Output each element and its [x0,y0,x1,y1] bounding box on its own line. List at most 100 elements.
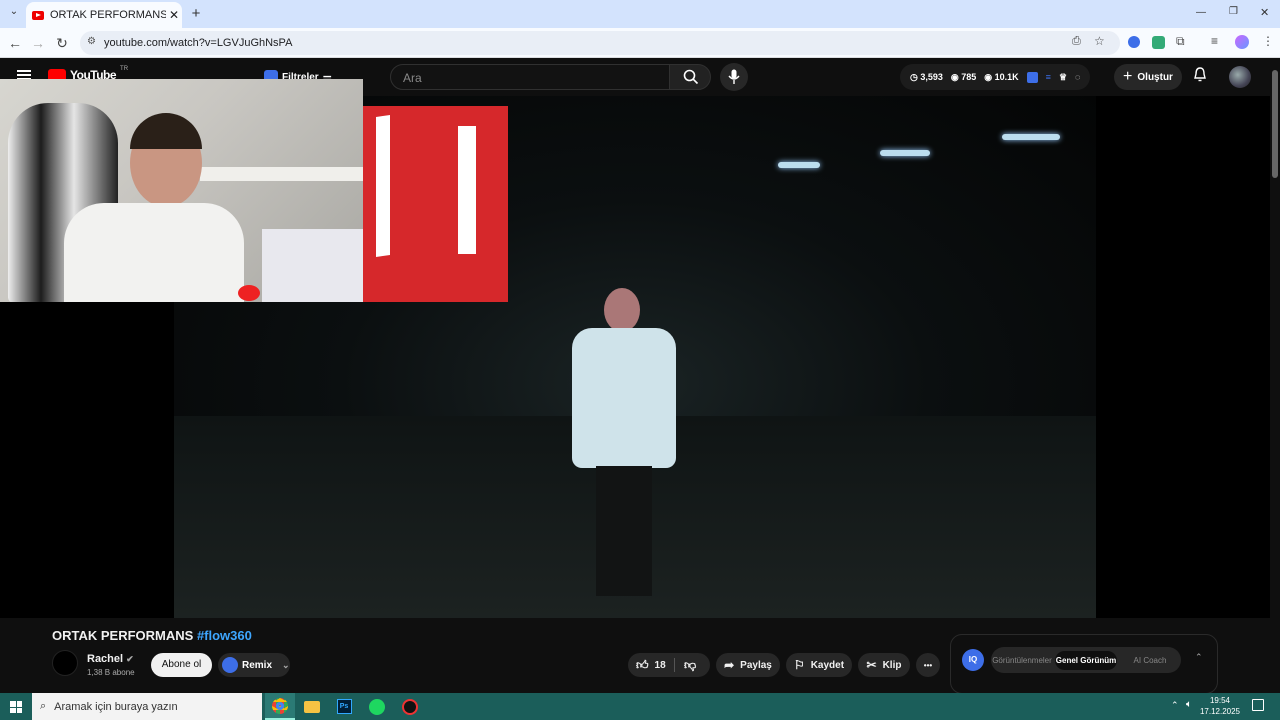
stat-likes: ◷ 3,593 [910,71,943,82]
video-performer [566,288,686,598]
remix-button[interactable]: Remix ⌄ [218,653,290,677]
microphone-icon [728,69,740,84]
iq-insights-panel: IQ Görüntülenmeler Genel Görünüm AI Coac… [950,634,1218,694]
iq-badge-icon: IQ [962,649,984,671]
video-title: ORTAK PERFORMANS #flow360 [52,628,252,643]
search-icon [683,69,699,85]
channel-name[interactable]: Rachel ✔ [87,653,134,665]
channel-stats-widget[interactable]: ◷ 3,593 ◉ 785 ◉ 10.1K ≡ ♕ ◌ [900,64,1091,90]
chevron-up-icon[interactable]: ⌃ [1195,652,1203,663]
save-label: Kaydet [810,659,845,671]
more-actions-button[interactable]: ••• [916,653,940,677]
windows-taskbar: ⌕ Aramak için buraya yazın Ps ⌃ 🔈︎ 19:54… [0,693,1280,720]
account-avatar[interactable] [1229,66,1251,88]
webcam-desk-mat [262,229,363,302]
taskbar-chrome-icon[interactable] [265,693,295,720]
page-scrollbar[interactable] [1270,58,1280,693]
taskbar-app-icon[interactable] [395,693,425,720]
close-window-button[interactable]: ✕ [1260,6,1269,19]
webcam-person [64,113,254,302]
stat-views-a: ◉ 785 [950,71,977,82]
like-button[interactable]: 👍︎ 18 👎︎ [628,653,710,677]
media-controls-icon[interactable]: ≡ [1211,34,1218,48]
voice-search-button[interactable] [720,63,748,91]
forward-icon[interactable]: → [28,33,48,53]
video-hashtag-link[interactable]: #flow360 [197,628,252,643]
tab-goruntulenmeler[interactable]: Görüntülenmeler [991,656,1053,665]
browser-toolbar: ← → ↻ ⚙ youtube.com/watch?v=LGVJuGhNsPA … [0,28,1280,58]
new-tab-button[interactable]: + [188,5,204,22]
stats-list-icon[interactable]: ≡ [1046,72,1051,82]
minimize-button[interactable]: — [1196,7,1206,18]
chevron-down-icon[interactable]: ⌄ [282,660,290,671]
search-input[interactable]: Ara [390,64,670,90]
tab-close-icon[interactable]: ✕ [166,8,182,22]
clip-button[interactable]: ✂ Klip [858,653,910,677]
like-count: 18 [654,659,666,671]
tray-chevron-up-icon[interactable]: ⌃ [1171,700,1179,711]
video-red-screen [362,106,508,302]
region-code: TR [120,66,129,72]
scissors-icon: ✂ [866,658,877,672]
clip-label: Klip [882,659,902,671]
share-button[interactable]: ➦ Paylaş [716,653,780,677]
bookmark-star-icon[interactable]: ☆ [1094,34,1105,48]
channel-avatar[interactable] [52,650,78,676]
extension-badge-icon[interactable] [1152,36,1165,49]
notifications-bell-icon[interactable] [1193,67,1207,83]
taskbar-spotify-icon[interactable] [362,693,392,720]
create-button[interactable]: + Oluştur [1114,64,1182,90]
tab-search-button[interactable]: ⌄ [6,6,22,22]
taskbar-search-placeholder: Aramak için buraya yazın [54,700,178,713]
tab-genel-gorunum[interactable]: Genel Görünüm [1055,650,1117,670]
subscribe-button[interactable]: Abone ol [151,653,212,677]
plus-icon: + [1123,68,1133,85]
windows-start-icon[interactable] [10,701,22,713]
tab-ai-coach[interactable]: AI Coach [1119,656,1181,665]
extension-iq-icon[interactable] [1128,36,1140,48]
taskbar-clock[interactable]: 19:54 17.12.2025 [1198,695,1242,717]
url-text: youtube.com/watch?v=LGVJuGhNsPA [104,37,293,49]
create-label: Oluştur [1137,71,1173,83]
save-button[interactable]: ⚐ Kaydet [786,653,852,677]
video-light-strip-1 [778,162,820,168]
thumbs-down-icon[interactable]: 👎︎ [684,658,696,673]
tray-volume-icon[interactable]: 🔈︎ [1186,699,1192,710]
webcam-overlay [0,79,363,302]
install-app-icon[interactable]: ⎙ [1072,35,1081,48]
restore-button[interactable]: ❐ [1229,6,1238,17]
taskbar-search-icon: ⌕ [40,700,47,712]
taskbar-search[interactable]: ⌕ Aramak için buraya yazın [32,693,262,720]
youtube-favicon-icon [32,10,44,20]
notification-center-icon[interactable] [1252,699,1264,711]
video-light-strip-2 [880,150,930,156]
clock-date: 17.12.2025 [1199,707,1241,716]
search-button[interactable] [669,64,711,90]
address-bar[interactable]: ⚙ youtube.com/watch?v=LGVJuGhNsPA ⎙ ☆ [80,31,1120,55]
browser-menu-icon[interactable]: ⋮ [1262,34,1274,48]
bookmark-icon: ⚐ [793,658,805,672]
video-details: ORTAK PERFORMANS #flow360 Rachel ✔ 1,38 … [0,618,1270,694]
share-label: Paylaş [740,659,772,671]
taskbar-photoshop-icon[interactable]: Ps [329,693,359,720]
extensions-puzzle-icon[interactable]: ⧉ [1176,34,1185,49]
thumbs-up-icon: 👍︎ [636,657,649,672]
webcam-red-button [238,285,260,301]
verified-icon: ✔ [126,654,134,664]
subscriber-count: 1,38 B abone [87,668,135,677]
back-icon[interactable]: ← [5,33,25,53]
browser-tab[interactable]: ORTAK PERFORMANS #flow360 ✕ [26,2,182,28]
tab-title: ORTAK PERFORMANS #flow360 [50,9,166,21]
stats-chat-icon[interactable]: ◌ [1075,72,1080,82]
reload-icon[interactable]: ↻ [52,33,72,53]
stat-views-b: ◉ 10.1K [984,71,1019,82]
like-divider [674,658,675,672]
stats-iq-icon[interactable] [1026,71,1038,83]
site-info-icon[interactable]: ⚙ [87,36,96,47]
iq-tab-group: Görüntülenmeler Genel Görünüm AI Coach [991,647,1181,673]
video-light-strip-3 [1002,134,1060,140]
scrollbar-thumb[interactable] [1272,70,1278,178]
stats-trophy-icon[interactable]: ♕ [1059,72,1067,83]
taskbar-file-explorer-icon[interactable] [297,693,327,720]
profile-avatar[interactable] [1235,35,1249,49]
